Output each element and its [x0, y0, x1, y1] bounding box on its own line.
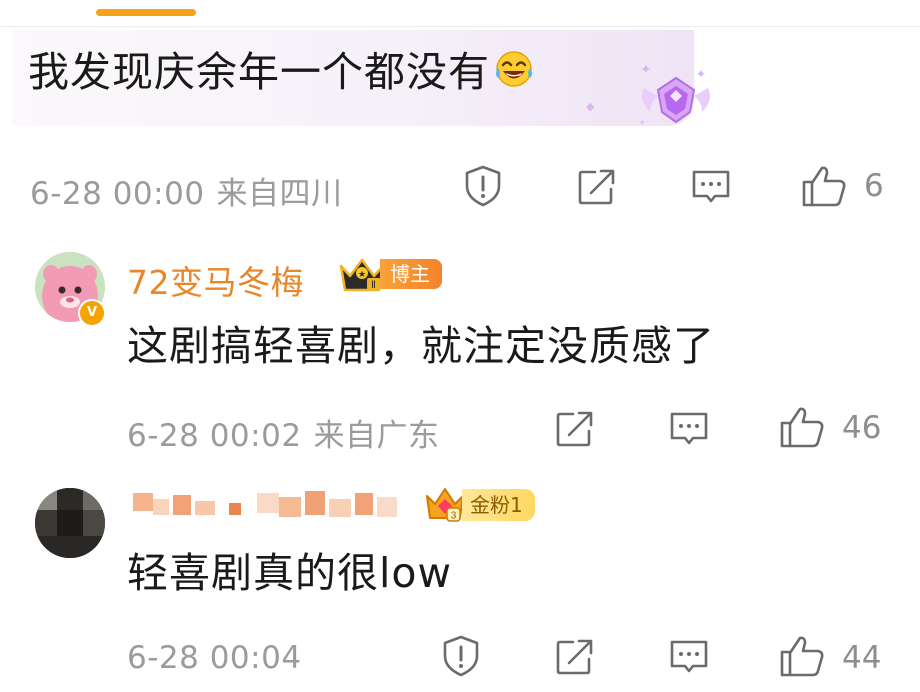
- share-icon: [556, 411, 593, 447]
- comment-date: 6-28 00:04: [127, 640, 302, 676]
- comment-button[interactable]: [668, 638, 710, 678]
- blurred-username-icon[interactable]: [133, 487, 405, 527]
- comment-date: 6-28 00:02: [127, 418, 302, 454]
- svg-text:✦: ✦: [638, 118, 646, 129]
- avatar[interactable]: [35, 488, 105, 558]
- divider: [0, 26, 920, 27]
- share-button[interactable]: [555, 638, 595, 676]
- crown-level: 3: [451, 511, 457, 522]
- tab-indicator: [96, 9, 196, 16]
- like-count: 6: [864, 168, 884, 204]
- comment-icon: [670, 640, 708, 673]
- blurred-avatar-icon: [35, 488, 105, 558]
- comment-text: 轻喜剧真的很low: [127, 549, 453, 597]
- comment-meta: 6-28 00:00 来自四川: [30, 168, 343, 213]
- comment-text: 我发现庆余年一个都没有: [28, 44, 536, 104]
- username[interactable]: 72变马冬梅: [127, 256, 304, 304]
- comment-location: 来自广东: [313, 418, 440, 454]
- share-icon: [578, 169, 615, 205]
- thumbs-up-icon: [780, 636, 824, 677]
- warning-shield-icon: [465, 165, 501, 207]
- share-button[interactable]: [555, 410, 595, 448]
- blogger-tag: 博主: [380, 259, 442, 289]
- like-count: 46: [842, 410, 882, 446]
- crown-level: Ⅱ: [371, 280, 376, 291]
- comment-icon: [670, 412, 708, 445]
- like-button[interactable]: [778, 634, 826, 678]
- comment-icon: [692, 170, 730, 203]
- comment-location: 来自四川: [216, 176, 343, 212]
- comment-meta: 6-28 00:04: [127, 640, 302, 676]
- thumbs-up-icon: [802, 166, 846, 207]
- like-button[interactable]: [778, 405, 826, 449]
- report-button[interactable]: [440, 634, 482, 678]
- comment-date: 6-28 00:00: [30, 176, 205, 212]
- sparkle-icon: ✦: [640, 62, 652, 78]
- verified-badge-icon: V: [78, 299, 106, 327]
- share-icon: [556, 639, 593, 675]
- svg-text:★: ★: [358, 269, 366, 279]
- sparkle-icon: ◆: [586, 100, 595, 113]
- comment-text-content: 我发现庆余年一个都没有: [28, 48, 490, 96]
- comment-button[interactable]: [668, 410, 710, 450]
- comment-meta: 6-28 00:02 来自广东: [127, 410, 440, 455]
- fan-crown-icon: 3: [423, 484, 467, 524]
- warning-shield-icon: [443, 635, 479, 677]
- comment-button[interactable]: [690, 168, 732, 208]
- report-button[interactable]: [462, 164, 504, 208]
- laughing-tears-emoji-icon: [492, 46, 536, 104]
- like-count: 44: [842, 640, 882, 676]
- share-button[interactable]: [577, 168, 617, 206]
- fan-tag: 金粉1: [462, 489, 535, 521]
- svg-text:✦: ✦: [696, 67, 706, 81]
- thumbs-up-icon: [780, 407, 824, 448]
- comment-text: 这剧搞轻喜剧，就注定没质感了: [127, 322, 715, 370]
- like-button[interactable]: [800, 164, 848, 208]
